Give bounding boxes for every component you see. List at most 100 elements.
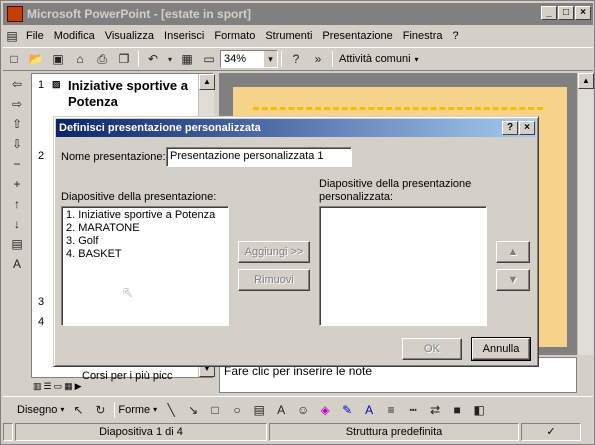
status-bar: Diapositiva 1 di 4 Struttura predefinita… [3,423,593,443]
move-down-icon[interactable]: ▼ [496,269,530,291]
list-item[interactable]: 3. Golf [66,235,224,248]
dialog-title: Definisci presentazione personalizzata [59,122,261,134]
clipart-icon[interactable]: ☺ [293,401,313,419]
summary-slide-icon[interactable]: ▤ [5,235,29,253]
slide-scrollbar[interactable]: ▲ [577,73,594,355]
close-button[interactable]: × [575,6,591,20]
slide-view-icon[interactable]: ▭ [54,381,63,393]
maximize-button[interactable]: □ [558,6,574,20]
select-pointer-icon[interactable]: ↖ [68,401,88,419]
shapes-menu[interactable]: Forme [118,404,150,416]
zoom-select[interactable]: 34% [220,50,278,68]
move-up-icon[interactable]: ⇧ [5,115,29,133]
activities-menu[interactable]: Attività comuni [339,53,411,65]
textbox-icon[interactable]: ▤ [249,401,269,419]
arrow-icon[interactable]: ↘ [183,401,203,419]
slide-number: 3 [38,296,45,308]
list-item[interactable]: 1. Iniziative sportive a Potenza [66,209,224,222]
slide-number: 4 [38,316,45,328]
save-icon[interactable]: ▣ [48,50,68,68]
arrow-style-icon[interactable]: ⇄ [425,401,445,419]
sorter-view-icon[interactable]: ▦ [64,381,73,393]
line-icon[interactable]: ╲ [161,401,181,419]
menu-finestra[interactable]: Finestra [398,30,448,42]
menu-formato[interactable]: Formato [209,30,260,42]
separator [281,51,282,67]
menu-strumenti[interactable]: Strumenti [260,30,317,42]
custom-slides-label-line1: Diapositive della presentazione [319,178,472,190]
wordart-icon[interactable]: A [271,401,291,419]
powerpoint-icon [7,6,23,22]
show-formatting-icon[interactable]: A [5,255,29,273]
oval-icon[interactable]: ○ [227,401,247,419]
undo-icon[interactable]: ↶ [143,50,163,68]
list-item[interactable]: 4. BASKET [66,248,224,261]
name-input[interactable]: Presentazione personalizzata 1 [166,147,352,167]
remove-button[interactable]: Rimuovi [238,269,310,291]
menu-visualizza[interactable]: Visualizza [100,30,159,42]
name-label: Nome presentazione: [61,151,166,163]
status-slide: Diapositiva 1 di 4 [15,423,267,441]
collapse-all-icon[interactable]: ↑ [5,195,29,213]
demote-icon[interactable]: ⇨ [5,95,29,113]
rectangle-icon[interactable]: □ [205,401,225,419]
dialog-title-bar: Definisci presentazione personalizzata ?… [56,119,536,137]
dialog-help-button[interactable]: ? [502,121,518,135]
powerpoint-window: Microsoft PowerPoint - [estate in sport]… [0,0,595,445]
menu-modifica[interactable]: Modifica [49,30,100,42]
ok-button[interactable]: OK [402,338,462,360]
menu-inserisci[interactable]: Inserisci [159,30,209,42]
promote-icon[interactable]: ⇦ [5,75,29,93]
menu-file[interactable]: File [21,30,49,42]
outline-toolbar: ⇦ ⇨ ⇧ ⇩ − + ↑ ↓ ▤ A [5,73,31,343]
font-color-icon[interactable]: A [359,401,379,419]
separator [114,401,116,418]
view-buttons: ▥ ☰ ▭ ▦ ▶ [33,381,213,393]
open-icon[interactable]: 📂 [26,50,46,68]
slide-icon[interactable]: ▭ [199,50,219,68]
outline-view-icon[interactable]: ☰ [44,381,52,393]
insert-chart-icon[interactable]: ▦ [177,50,197,68]
dash-style-icon[interactable]: ┅ [403,401,423,419]
menu-help[interactable]: ? [448,30,464,42]
custom-show-dialog: Definisci presentazione personalizzata ?… [53,116,539,367]
slideshow-icon[interactable]: ▶ [75,381,82,393]
slide1-title: Iniziative sportive a Potenza [68,78,188,109]
more-icon[interactable]: » [308,50,328,68]
3d-icon[interactable]: ◧ [469,401,489,419]
shadow-icon[interactable]: ■ [447,401,467,419]
minimize-button[interactable]: _ [541,6,557,20]
custom-slides-listbox[interactable] [319,206,487,326]
document-icon[interactable]: ▤ [4,27,20,45]
copy-icon[interactable]: ❐ [114,50,134,68]
expand-icon[interactable]: + [5,175,29,193]
menu-presentazione[interactable]: Presentazione [317,30,397,42]
permission-icon[interactable]: ⌂ [70,50,90,68]
dialog-close-button[interactable]: × [519,121,535,135]
slide-icon: ▨ [52,79,61,89]
line-style-icon[interactable]: ≡ [381,401,401,419]
move-up-icon[interactable]: ▲ [496,241,530,263]
dropdown-icon[interactable]: ▾ [165,50,175,68]
normal-view-icon[interactable]: ▥ [33,381,42,393]
list-item[interactable]: 2. MARATONE [66,222,224,235]
chevron-down-icon: ▾ [60,405,65,414]
print-icon[interactable]: ⎙ [92,50,112,68]
move-down-icon[interactable]: ⇩ [5,135,29,153]
fill-color-icon[interactable]: ◈ [315,401,335,419]
status-spacer [3,423,13,441]
slides-label: Diapositive della presentazione: [61,191,217,203]
chevron-down-icon: ▾ [414,54,419,64]
cancel-button[interactable]: Annulla [471,337,531,361]
collapse-icon[interactable]: − [5,155,29,173]
scroll-up-icon[interactable]: ▲ [199,74,215,90]
add-button[interactable]: Aggiungi >> [238,241,310,263]
scroll-up-icon[interactable]: ▲ [578,73,594,89]
new-icon[interactable]: □ [4,50,24,68]
line-color-icon[interactable]: ✎ [337,401,357,419]
rotate-icon[interactable]: ↻ [90,401,110,419]
draw-menu[interactable]: Disegno [17,404,57,416]
expand-all-icon[interactable]: ↓ [5,215,29,233]
slides-listbox[interactable]: 1. Iniziative sportive a Potenza 2. MARA… [61,206,229,326]
help-icon[interactable]: ? [286,50,306,68]
